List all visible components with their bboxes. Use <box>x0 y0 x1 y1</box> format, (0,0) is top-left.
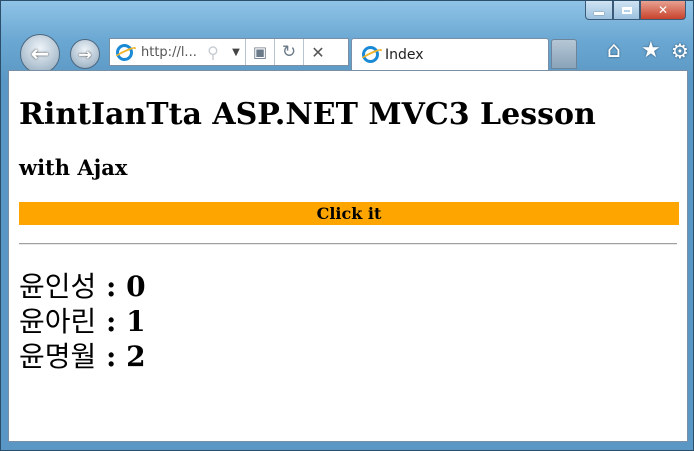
maximize-button[interactable] <box>613 1 640 20</box>
compat-view-icon[interactable]: ▣ <box>245 39 274 65</box>
result-list: 윤인성 : 0 윤아린 : 1 윤명월 : 2 <box>19 269 677 374</box>
maximize-icon <box>621 6 632 14</box>
address-bar[interactable]: http://l... ⚲ ▼ ▣ ↻ ✕ <box>109 38 349 66</box>
ie-logo-icon <box>116 43 133 61</box>
forward-icon: → <box>78 44 92 64</box>
item-name: 윤명월 <box>19 340 97 373</box>
page-subtitle: with Ajax <box>19 155 128 180</box>
back-button[interactable]: ← <box>20 34 60 74</box>
address-url[interactable]: http://l... <box>141 45 199 60</box>
page-viewport: RintIanTta ASP.NET MVC3 Lesson with Ajax… <box>8 70 688 442</box>
search-icon[interactable]: ⚲ <box>199 39 227 65</box>
browser-window: ✕ ← → http://l... ⚲ ▼ ▣ ↻ ✕ Index ⌂ ★ ⚙ … <box>0 0 694 451</box>
dropdown-icon[interactable]: ▼ <box>227 39 245 65</box>
refresh-icon[interactable]: ↻ <box>274 39 303 65</box>
minimize-button[interactable] <box>585 1 613 20</box>
item-separator: : <box>96 305 127 338</box>
list-item: 윤명월 : 2 <box>19 339 677 374</box>
item-value: 2 <box>126 340 146 373</box>
forward-button[interactable]: → <box>70 39 100 69</box>
list-item: 윤인성 : 0 <box>19 269 677 304</box>
item-name: 윤아린 <box>19 305 97 338</box>
close-icon: ✕ <box>657 3 669 17</box>
home-icon[interactable]: ⌂ <box>607 37 621 65</box>
minimize-icon <box>594 11 604 15</box>
back-icon: ← <box>30 41 50 67</box>
list-item: 윤아린 : 1 <box>19 304 677 339</box>
item-separator: : <box>96 340 127 373</box>
favorites-star-icon[interactable]: ★ <box>641 37 661 65</box>
item-value: 0 <box>126 270 146 303</box>
tab-index[interactable]: Index <box>351 38 549 70</box>
click-it-button[interactable]: Click it <box>19 202 679 225</box>
tools-gear-icon[interactable]: ⚙ <box>671 37 689 65</box>
item-name: 윤인성 <box>19 270 97 303</box>
window-controls: ✕ <box>585 1 686 20</box>
stop-icon[interactable]: ✕ <box>303 39 332 65</box>
close-window-button[interactable]: ✕ <box>640 1 686 20</box>
item-separator: : <box>96 270 127 303</box>
new-tab-button[interactable] <box>551 39 577 69</box>
page-content: RintIanTta ASP.NET MVC3 Lesson with Ajax… <box>9 97 687 374</box>
item-value: 1 <box>126 305 146 338</box>
tab-title: Index <box>385 46 424 63</box>
divider <box>19 243 677 245</box>
page-title: RintIanTta ASP.NET MVC3 Lesson <box>19 97 596 132</box>
tab-ie-icon <box>362 46 379 63</box>
